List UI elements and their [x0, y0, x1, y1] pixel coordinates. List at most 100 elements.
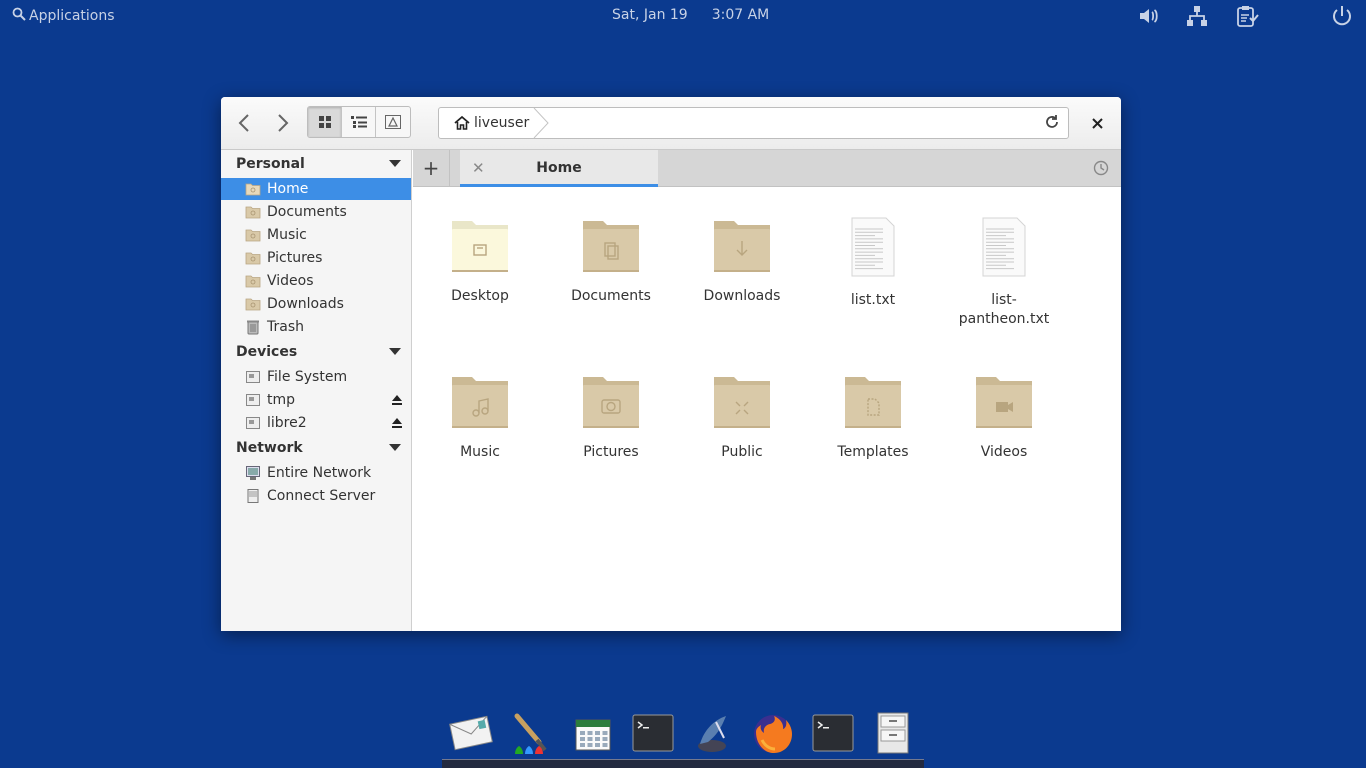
section-header-devices[interactable]: Devices — [236, 341, 406, 363]
sidebar-item-connect-server[interactable]: Connect Server — [221, 485, 411, 507]
column-view-button[interactable] — [376, 107, 410, 137]
sidebar-item-downloads[interactable]: Downloads — [221, 293, 411, 315]
collapse-triangle-icon — [389, 348, 401, 355]
new-tab-button[interactable]: + — [413, 150, 450, 186]
text-file-icon — [845, 217, 901, 281]
window-close-button[interactable] — [1087, 113, 1107, 133]
sidebar-item-videos[interactable]: Videos — [221, 270, 411, 292]
section-header-personal[interactable]: Personal — [236, 153, 406, 175]
clock-time: 3:07 AM — [711, 7, 770, 23]
file-item-label: list.txt — [850, 292, 896, 308]
collapse-triangle-icon — [389, 160, 401, 167]
sidebar-item-label: Home — [267, 181, 309, 197]
dock — [446, 704, 922, 760]
network-icon[interactable] — [1185, 4, 1209, 28]
folder-documents-icon — [245, 204, 261, 220]
file-item-pictures[interactable]: Pictures — [556, 373, 666, 462]
path-bar[interactable]: liveuser — [438, 107, 1069, 139]
applications-menu-button[interactable]: Applications — [12, 7, 115, 25]
icon-view-button[interactable] — [308, 107, 342, 137]
clock-icon — [1093, 160, 1109, 176]
folder-music-icon — [452, 373, 508, 433]
firefox-icon[interactable] — [750, 710, 796, 756]
sidebar-item-label: Downloads — [267, 296, 344, 312]
file-item-templates[interactable]: Templates — [818, 373, 928, 462]
power-icon[interactable] — [1330, 4, 1354, 28]
eject-icon[interactable] — [391, 417, 403, 433]
section-header-label: Network — [236, 440, 303, 456]
volume-icon[interactable] — [1137, 4, 1161, 28]
file-manager-window: liveuser Personal Home Documents Music Pict… — [221, 97, 1121, 631]
drive-icon — [245, 392, 261, 408]
installer-icon[interactable] — [690, 710, 736, 756]
clock[interactable]: Sat, Jan 19 3:07 AM — [612, 7, 769, 23]
sidebar-item-entire-network[interactable]: Entire Network — [221, 462, 411, 484]
section-header-label: Personal — [236, 156, 305, 172]
file-item-documents[interactable]: Documents — [556, 217, 666, 306]
paint-icon[interactable] — [507, 710, 553, 756]
list-view-button[interactable] — [342, 107, 376, 137]
mail-icon[interactable] — [448, 710, 494, 756]
file-item-list-txt[interactable]: list.txt — [818, 217, 928, 310]
folder-desktop-icon — [452, 217, 508, 277]
eject-icon[interactable] — [391, 394, 403, 410]
sidebar-item-file-system[interactable]: File System — [221, 366, 411, 388]
file-item-list-pantheon-txt[interactable]: list- pantheon.txt — [949, 217, 1059, 329]
sidebar-item-label: Videos — [267, 273, 314, 289]
file-item-label: Templates — [837, 444, 909, 460]
section-header-network[interactable]: Network — [236, 437, 406, 459]
folder-pictures-icon — [583, 373, 639, 433]
view-switcher — [307, 106, 411, 138]
sidebar-item-documents[interactable]: Documents — [221, 201, 411, 223]
file-item-downloads[interactable]: Downloads — [687, 217, 797, 306]
grid-icon — [318, 116, 331, 128]
sidebar-item-label: Entire Network — [267, 465, 372, 481]
chevron-right-icon — [278, 114, 289, 132]
file-item-label: Pictures — [583, 444, 639, 460]
file-item-label: Desktop — [451, 288, 509, 304]
sidebar: Personal Home Documents Music Pictures Video… — [221, 150, 412, 631]
file-cabinet-icon[interactable] — [870, 710, 916, 756]
file-item-videos[interactable]: Videos — [949, 373, 1059, 462]
folder-videos-icon — [976, 373, 1032, 433]
clipboard-icon[interactable] — [1235, 4, 1259, 28]
sidebar-item-music[interactable]: Music — [221, 224, 411, 246]
top-panel: Applications Sat, Jan 19 3:07 AM — [0, 0, 1366, 32]
file-item-label: Documents — [571, 288, 651, 304]
calendar-icon[interactable] — [570, 710, 616, 756]
history-button[interactable] — [1093, 160, 1109, 180]
drive-icon — [245, 415, 261, 431]
terminal-icon[interactable] — [630, 710, 676, 756]
file-icon-grid[interactable]: Desktop Documents Downloads list.txt list- p… — [413, 187, 1121, 631]
file-item-label: Videos — [980, 444, 1028, 460]
chevron-left-icon — [238, 114, 249, 132]
sidebar-item-label: tmp — [267, 392, 296, 408]
close-icon — [1091, 117, 1103, 129]
network-icon — [245, 465, 261, 481]
file-item-public[interactable]: Public — [687, 373, 797, 462]
reload-button[interactable] — [1044, 114, 1060, 134]
terminal-icon[interactable] — [810, 710, 856, 756]
tab-bar: + ✕ Home — [413, 150, 1121, 187]
clock-date: Sat, Jan 19 — [612, 7, 688, 23]
sidebar-item-tmp[interactable]: tmp — [221, 389, 411, 411]
folder-documents-icon — [583, 217, 639, 277]
sidebar-item-home[interactable]: Home — [221, 178, 411, 200]
sidebar-item-label: Connect Server — [267, 488, 376, 504]
file-item-desktop[interactable]: Desktop — [425, 217, 535, 306]
reload-icon — [1046, 115, 1058, 128]
folder-downloads-icon — [714, 217, 770, 277]
back-button[interactable] — [227, 107, 261, 139]
file-item-music[interactable]: Music — [425, 373, 535, 462]
folder-videos-icon — [245, 273, 261, 289]
sidebar-item-trash[interactable]: Trash — [221, 316, 411, 338]
tab-home[interactable]: ✕ Home — [460, 150, 658, 187]
sidebar-item-libre2[interactable]: libre2 — [221, 412, 411, 434]
folder-public-icon — [714, 373, 770, 433]
sidebar-item-label: File System — [267, 369, 348, 385]
drive-icon — [245, 369, 261, 385]
forward-button[interactable] — [266, 107, 300, 139]
sidebar-item-pictures[interactable]: Pictures — [221, 247, 411, 269]
file-item-label: Downloads — [703, 288, 781, 304]
server-icon — [245, 488, 261, 504]
